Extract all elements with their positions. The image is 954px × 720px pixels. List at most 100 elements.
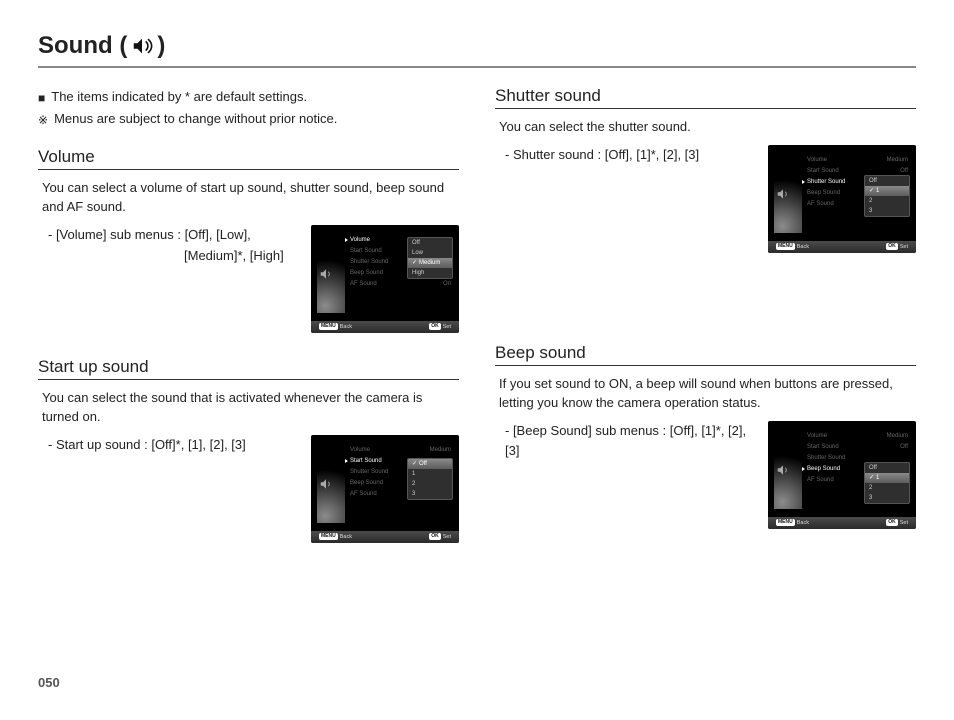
menu-item-start[interactable]: Start Sound [345, 456, 388, 467]
section-rule [38, 379, 459, 380]
submenu-1[interactable]: 1 [865, 186, 909, 196]
menu-item-shutter[interactable]: Shutter Sound [802, 453, 845, 464]
back-label: Back [797, 520, 809, 526]
menu-item-start[interactable]: Start Sound [802, 442, 845, 453]
content-columns: ■ The items indicated by * are default s… [38, 86, 916, 567]
title-prefix: Sound ( [38, 32, 127, 60]
back-label: Back [797, 244, 809, 250]
menu-item-beep[interactable]: Beep Sound [345, 268, 388, 279]
submenu-off[interactable]: Off [408, 238, 452, 248]
menu-footer: MENU Back OK Set [311, 321, 459, 333]
note-text: Menus are subject to change without prio… [54, 108, 337, 130]
title-suffix: ) [157, 32, 165, 60]
volume-options-l2: [Medium]*, [High] [38, 246, 301, 267]
beep-options: - [Beep Sound] sub menus : [Off], [1]*, … [495, 421, 758, 463]
page-number: 050 [38, 675, 60, 690]
menu-right-values: Medium [430, 445, 451, 456]
menu-item-shutter[interactable]: Shutter Sound [802, 177, 845, 188]
submenu-off[interactable]: Off [865, 463, 909, 473]
note-change: ※ Menus are subject to change without pr… [38, 108, 459, 130]
menu-tag: MENU [319, 323, 338, 330]
menu-item-beep[interactable]: Beep Sound [345, 478, 388, 489]
shutter-options: - Shutter sound : [Off], [1]*, [2], [3] [495, 145, 758, 166]
section-volume: Volume You can select a volume of start … [38, 147, 459, 333]
section-title: Volume [38, 147, 459, 167]
square-bullet-icon: ■ [38, 88, 45, 108]
startup-menu-screenshot: Volume Start Sound Shutter Sound Beep So… [311, 435, 459, 543]
menu-tag: MENU [319, 533, 338, 540]
reference-mark-icon: ※ [38, 110, 48, 130]
right-column: Shutter sound You can select the shutter… [495, 86, 916, 567]
ok-tag: OK [886, 519, 898, 526]
section-shutter: Shutter sound You can select the shutter… [495, 86, 916, 253]
shutter-menu-screenshot: Volume Start Sound Shutter Sound Beep So… [768, 145, 916, 253]
note-default: ■ The items indicated by * are default s… [38, 86, 459, 108]
menu-item-volume[interactable]: Volume [802, 155, 845, 166]
menu-item-volume[interactable]: Volume [345, 235, 388, 246]
menu-tag: MENU [776, 243, 795, 250]
submenu-1[interactable]: 1 [865, 473, 909, 483]
ok-tag: OK [886, 243, 898, 250]
menu-item-af[interactable]: AF Sound [802, 199, 845, 210]
page-title: Sound ( ) [38, 32, 916, 60]
submenu-3[interactable]: 3 [865, 206, 909, 216]
menu-item-af[interactable]: AF Sound [345, 489, 388, 500]
speaker-icon [319, 477, 333, 491]
menu-item-shutter[interactable]: Shutter Sound [345, 467, 388, 478]
submenu-2[interactable]: 2 [408, 479, 452, 489]
menu-item-start[interactable]: Start Sound [802, 166, 845, 177]
volume-body: You can select a volume of start up soun… [38, 178, 459, 217]
section-startup: Start up sound You can select the sound … [38, 357, 459, 543]
menu-item-beep[interactable]: Beep Sound [802, 188, 845, 199]
speaker-icon [776, 187, 790, 201]
submenu-2[interactable]: 2 [865, 196, 909, 206]
ok-tag: OK [429, 323, 441, 330]
beep-submenu: Off 1 2 3 [864, 462, 910, 504]
startup-body: You can select the sound that is activat… [38, 388, 459, 427]
speaker-icon [776, 463, 790, 477]
menu-item-volume[interactable]: Volume [345, 445, 388, 456]
submenu-low[interactable]: Low [408, 248, 452, 258]
note-text: The items indicated by * are default set… [51, 86, 307, 108]
menu-item-af[interactable]: AF Sound [345, 279, 388, 290]
volume-options-l1: - [Volume] sub menus : [Off], [Low], [38, 225, 301, 246]
section-rule [495, 108, 916, 109]
left-column: ■ The items indicated by * are default s… [38, 86, 459, 567]
back-label: Back [340, 534, 352, 540]
set-label: Set [443, 534, 451, 540]
menu-item-shutter[interactable]: Shutter Sound [345, 257, 388, 268]
volume-menu-screenshot: Volume Start Sound Shutter Sound Beep So… [311, 225, 459, 333]
title-rule [38, 66, 916, 68]
section-rule [38, 169, 459, 170]
startup-options: - Start up sound : [Off]*, [1], [2], [3] [38, 435, 301, 456]
volume-submenu: Off Low Medium High [407, 237, 453, 279]
set-label: Set [900, 520, 908, 526]
submenu-1[interactable]: 1 [408, 469, 452, 479]
shutter-submenu: Off 1 2 3 [864, 175, 910, 217]
startup-submenu: Off 1 2 3 [407, 458, 453, 500]
menu-footer: MENU Back OK Set [768, 241, 916, 253]
menu-item-af[interactable]: AF Sound [802, 475, 845, 486]
submenu-3[interactable]: 3 [865, 493, 909, 503]
notes-block: ■ The items indicated by * are default s… [38, 86, 459, 131]
section-rule [495, 365, 916, 366]
section-title: Start up sound [38, 357, 459, 377]
submenu-off[interactable]: Off [865, 176, 909, 186]
submenu-medium[interactable]: Medium [408, 258, 452, 268]
menu-tag: MENU [776, 519, 795, 526]
menu-item-beep[interactable]: Beep Sound [802, 464, 845, 475]
menu-left-list: Volume Start Sound Shutter Sound Beep So… [802, 155, 845, 210]
menu-left-list: Volume Start Sound Shutter Sound Beep So… [802, 431, 845, 486]
menu-item-volume[interactable]: Volume [802, 431, 845, 442]
submenu-3[interactable]: 3 [408, 489, 452, 499]
set-label: Set [900, 244, 908, 250]
menu-footer: MENU Back OK Set [768, 517, 916, 529]
back-label: Back [340, 324, 352, 330]
speaker-icon [319, 267, 333, 281]
menu-item-start[interactable]: Start Sound [345, 246, 388, 257]
submenu-off[interactable]: Off [408, 459, 452, 469]
menu-left-list: Volume Start Sound Shutter Sound Beep So… [345, 445, 388, 500]
section-beep: Beep sound If you set sound to ON, a bee… [495, 343, 916, 529]
submenu-2[interactable]: 2 [865, 483, 909, 493]
submenu-high[interactable]: High [408, 268, 452, 278]
